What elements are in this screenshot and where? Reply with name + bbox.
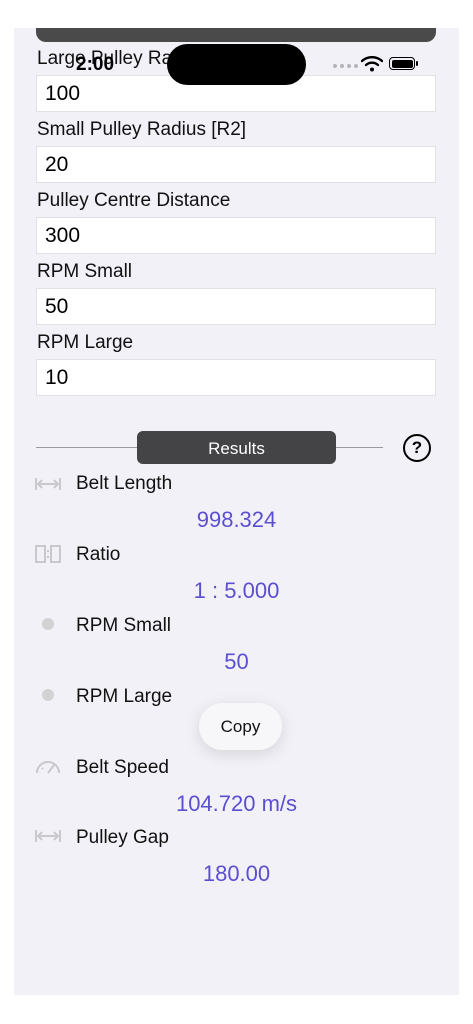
rpm-small-result-value[interactable]: 50: [14, 649, 459, 675]
rpm-large-label: RPM Large: [37, 332, 134, 353]
rpm-small-result-label: RPM Small: [76, 615, 172, 636]
divider-right: [336, 447, 383, 448]
rpm-small-input[interactable]: 50: [36, 288, 436, 325]
ratio-value[interactable]: 1 : 5.000: [14, 578, 459, 604]
rpm-large-input[interactable]: 10: [36, 359, 436, 396]
small-pulley-radius-input[interactable]: 20: [36, 146, 436, 183]
app-screen: Large Pulley Ra 100 Small Pulley Radius …: [14, 28, 459, 995]
battery-icon: [389, 57, 418, 70]
dot-icon: [42, 689, 54, 701]
belt-length-label: Belt Length: [76, 473, 173, 494]
ratio-icon: [35, 545, 61, 563]
belt-length-value[interactable]: 998.324: [14, 507, 459, 533]
status-time: 2:00: [76, 54, 115, 75]
pulley-centre-distance-input[interactable]: 300: [36, 217, 436, 254]
small-pulley-radius-label: Small Pulley Radius [R2]: [37, 119, 247, 140]
copy-menu-button[interactable]: Copy: [199, 703, 282, 750]
help-icon[interactable]: ?: [403, 434, 431, 462]
rpm-small-label: RPM Small: [37, 261, 133, 282]
pulley-gap-value[interactable]: 180.00: [14, 861, 459, 887]
rpm-large-result-label: RPM Large: [76, 686, 173, 707]
belt-speed-value[interactable]: 104.720 m/s: [14, 791, 459, 817]
dynamic-island: [167, 44, 306, 85]
wifi-icon: [361, 56, 383, 72]
divider-left: [36, 447, 137, 448]
pulley-gap-label: Pulley Gap: [76, 827, 169, 848]
dot-icon: [42, 618, 54, 630]
cellular-signal-icon: [333, 64, 358, 68]
pulley-centre-distance-label: Pulley Centre Distance: [37, 190, 231, 211]
top-sheet-bar: [36, 28, 436, 42]
belt-speed-label: Belt Speed: [76, 757, 169, 778]
length-arrows-icon: [35, 478, 61, 490]
length-arrows-icon: [35, 830, 61, 842]
results-button[interactable]: Results: [137, 431, 336, 464]
status-icons: [333, 56, 423, 74]
speedometer-icon: [36, 761, 60, 774]
ratio-label: Ratio: [76, 544, 121, 565]
